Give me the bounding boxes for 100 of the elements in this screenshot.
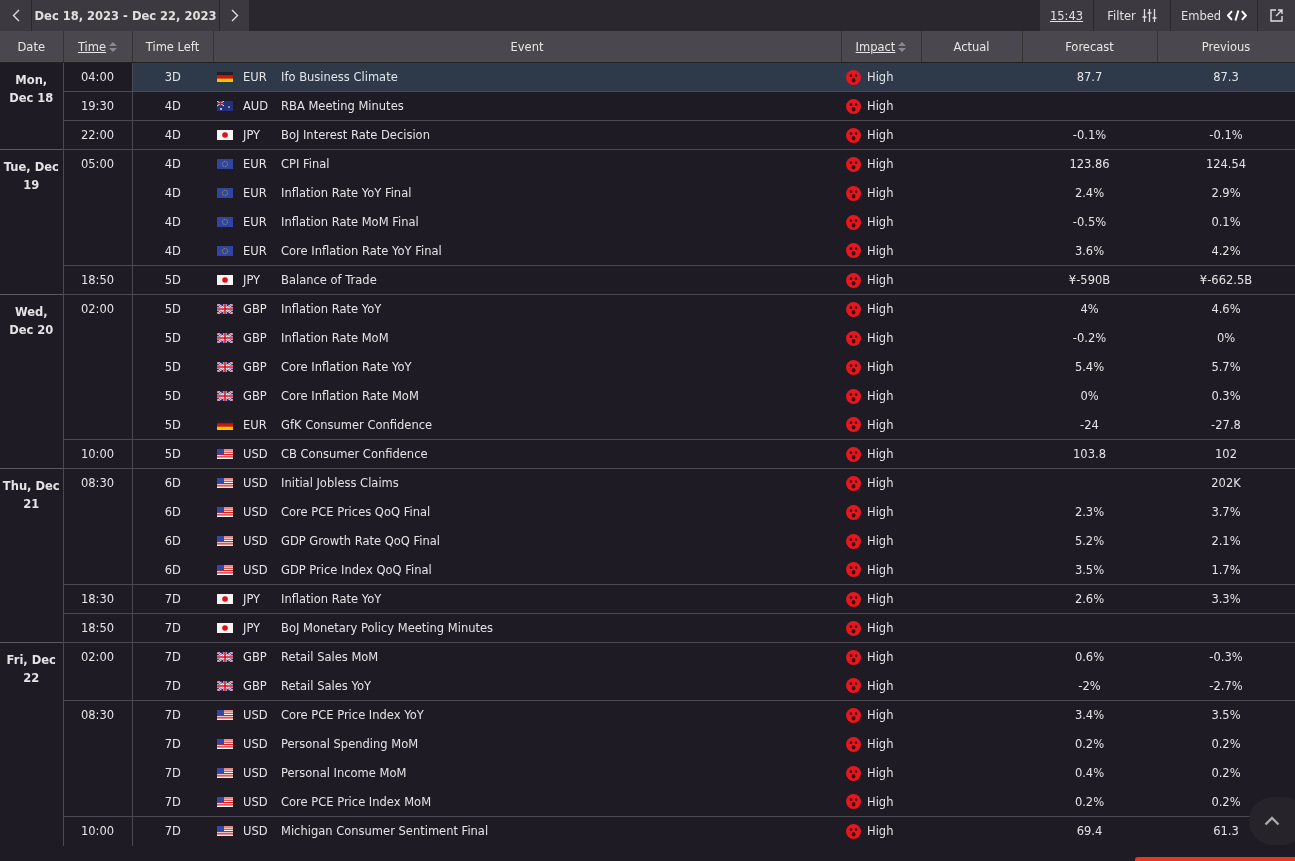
event-cell[interactable]: EUR Inflation Rate MoM Final: [213, 207, 841, 237]
time-left-cell: 4D: [132, 149, 213, 179]
event-cell[interactable]: USD Initial Jobless Claims: [213, 468, 841, 498]
event-cell[interactable]: USD Core PCE Price Index YoY: [213, 700, 841, 730]
event-cell[interactable]: EUR CPI Final: [213, 149, 841, 179]
event-cell[interactable]: GBP Retail Sales YoY: [213, 671, 841, 701]
time-link[interactable]: 15:43: [1040, 0, 1094, 31]
surprised-face-icon: [846, 417, 861, 433]
event-cell[interactable]: USD Michigan Consumer Sentiment Final: [213, 816, 841, 846]
next-button[interactable]: [220, 0, 250, 31]
event-cell[interactable]: JPY BoJ Monetary Policy Meeting Minutes: [213, 613, 841, 643]
event-cell[interactable]: USD GDP Growth Rate QoQ Final: [213, 526, 841, 556]
time-left-cell: 7D: [132, 642, 213, 672]
surprised-face-icon: [846, 98, 861, 114]
flag-icon: [217, 101, 233, 111]
flag-icon: [217, 564, 233, 575]
forecast-cell-text: 5.4%: [1073, 359, 1106, 376]
event-name: GDP Growth Rate QoQ Final: [281, 534, 440, 548]
impact-label: High: [867, 99, 894, 113]
time-cell: 10:00: [63, 816, 132, 846]
event-name: Inflation Rate YoY: [281, 592, 382, 606]
time-left-cell: 5D: [132, 294, 213, 324]
previous-cell: 3.3%: [1157, 584, 1295, 614]
event-cell[interactable]: GBP Core Inflation Rate YoY: [213, 352, 841, 382]
currency-code: JPY: [243, 592, 262, 606]
surprised-face-icon: [846, 562, 861, 578]
impact-label: High: [867, 650, 894, 665]
flag-icon: [217, 188, 233, 198]
embed-label: Embed: [1181, 8, 1222, 23]
previous-cell-text: 3.7%: [1210, 504, 1242, 521]
event-cell[interactable]: USD Core PCE Prices QoQ Final: [213, 497, 841, 527]
previous-button[interactable]: [0, 0, 32, 31]
impact-label: High: [867, 186, 894, 200]
event-cell[interactable]: USD Personal Income MoM: [213, 758, 841, 788]
impact-label: High: [867, 476, 894, 491]
previous-cell-text: 0.2%: [1210, 736, 1242, 753]
event-cell[interactable]: AUD RBA Meeting Minutes: [213, 91, 841, 121]
currency-code: JPY: [243, 128, 262, 142]
currency-code: GBP: [243, 389, 268, 403]
event-cell[interactable]: JPY Balance of Trade: [213, 265, 841, 295]
impact-label: High: [867, 562, 894, 577]
event-cell[interactable]: GBP Inflation Rate YoY: [213, 294, 841, 324]
event-name: Inflation Rate MoM Final: [281, 215, 419, 229]
column-header[interactable]: Impact: [855, 39, 896, 54]
column-header[interactable]: Time: [77, 39, 107, 54]
event-cell[interactable]: USD GDP Price Index QoQ Final: [213, 555, 841, 585]
event-cell[interactable]: USD Personal Spending MoM: [213, 729, 841, 759]
time-left-cell: 4D: [132, 236, 213, 266]
column-header: Forecast: [1065, 39, 1114, 54]
flag-icon: [217, 217, 233, 227]
currency-code: GBP: [243, 360, 268, 374]
external-link-icon: [1270, 9, 1283, 22]
previous-cell-text: 0.2%: [1210, 765, 1242, 782]
currency-code: EUR: [243, 243, 268, 258]
event-cell[interactable]: EUR Core Inflation Rate YoY Final: [213, 236, 841, 266]
event-cell[interactable]: JPY BoJ Interest Rate Decision: [213, 120, 841, 150]
time-cell: 04:00: [63, 62, 132, 92]
event-name: Inflation Rate MoM: [281, 331, 389, 345]
time-left-cell: 4D: [132, 207, 213, 237]
event-name: Retail Sales YoY: [281, 678, 371, 693]
impact-label: High: [867, 157, 894, 172]
time-left-cell: 6D: [132, 526, 213, 556]
time-left-cell: 7D: [132, 816, 213, 846]
event-cell[interactable]: EUR GfK Consumer Confidence: [213, 410, 841, 440]
forecast-cell: 69.4: [1022, 816, 1157, 846]
flag-icon: [217, 304, 233, 315]
time-left-cell: 7D: [132, 584, 213, 614]
time-cell: 10:00: [63, 439, 132, 469]
event-cell[interactable]: GBP Core Inflation Rate MoM: [213, 381, 841, 411]
event-cell[interactable]: JPY Inflation Rate YoY: [213, 584, 841, 614]
impact-label: High: [867, 534, 894, 548]
currency-code: AUD: [243, 99, 270, 113]
impact-label: High: [867, 766, 894, 780]
embed-button[interactable]: Embed: [1171, 0, 1258, 31]
forecast-cell-text: 2.3%: [1073, 504, 1106, 521]
time-cell: 05:00: [63, 149, 132, 266]
date-range-button[interactable]: Dec 18, 2023 - Dec 22, 2023: [32, 0, 220, 31]
event-cell[interactable]: EUR Inflation Rate YoY Final: [213, 178, 841, 208]
event-cell[interactable]: USD CB Consumer Confidence: [213, 439, 841, 469]
flag-icon: [217, 680, 233, 691]
event-name: Ifo Business Climate: [281, 70, 398, 84]
flag-icon: [217, 536, 233, 546]
forecast-cell-text: -0.5%: [1071, 214, 1108, 231]
event-name: CB Consumer Confidence: [281, 447, 428, 461]
forecast-cell: 0.6%: [1022, 642, 1157, 672]
forecast-cell: -24: [1022, 410, 1157, 440]
impact-label: High: [867, 447, 894, 461]
currency-code: USD: [243, 562, 269, 577]
event-cell[interactable]: GBP Retail Sales MoM: [213, 642, 841, 672]
flag-icon: [217, 710, 233, 721]
surprised-face-icon: [846, 736, 861, 752]
event-cell[interactable]: EUR Ifo Business Climate: [213, 62, 841, 92]
open-external-button[interactable]: [1258, 0, 1295, 31]
currency-code: USD: [243, 447, 269, 461]
filter-button[interactable]: Filter: [1094, 0, 1171, 31]
event-cell[interactable]: GBP Inflation Rate MoM: [213, 323, 841, 353]
event-cell[interactable]: USD Core PCE Price Index MoM: [213, 787, 841, 817]
currency-code: GBP: [243, 650, 268, 665]
flag-icon: [217, 507, 233, 517]
forecast-cell: 2.6%: [1022, 584, 1157, 614]
